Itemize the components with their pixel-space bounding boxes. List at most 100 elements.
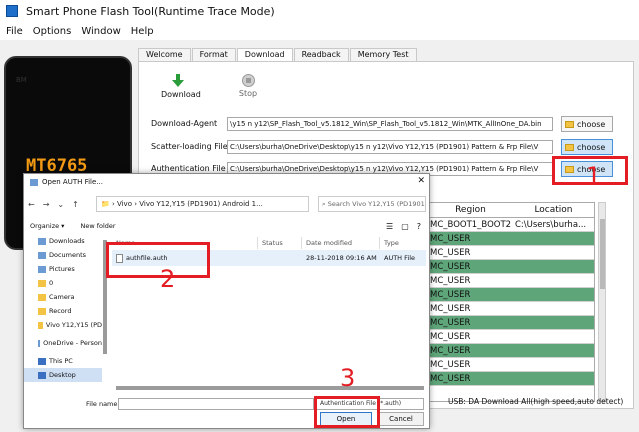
table-row[interactable]: MC_USER (428, 246, 594, 260)
tab-readback[interactable]: Readback (293, 48, 349, 62)
nav-item-onedrive[interactable]: OneDrive - Person (24, 336, 102, 350)
download-arrow-icon (172, 74, 184, 87)
location-cell (513, 288, 594, 301)
preview-pane-icon[interactable]: ▢ (401, 222, 409, 231)
dialog-title: Open AUTH File... (42, 178, 103, 186)
nav-item-this-pc[interactable]: This PC (24, 354, 102, 368)
table-row[interactable]: MC_USER (428, 344, 594, 358)
tab-welcome[interactable]: Welcome (138, 48, 191, 62)
region-cell: MC_USER (430, 359, 471, 370)
column-type[interactable]: Type (380, 237, 424, 249)
dialog-app-icon (30, 178, 38, 186)
nav-item-documents[interactable]: Documents (24, 248, 102, 262)
nav-item-downloads[interactable]: Downloads (24, 234, 102, 248)
file-list-scrollbar[interactable] (116, 386, 424, 390)
region-cell: MC_BOOT1_BOOT2 (430, 219, 512, 230)
partition-table: Region Location MC_BOOT1_BOOT2 C:\Users\b… (427, 202, 595, 402)
download-button[interactable]: Download (161, 74, 201, 99)
location-cell (513, 302, 594, 315)
region-cell: MC_USER (430, 261, 471, 272)
annotation-number-1: 1 (586, 162, 602, 190)
scatter-choose-button[interactable]: choose (561, 139, 613, 155)
folder-icon (38, 321, 43, 329)
table-row[interactable]: MC_USER (428, 302, 594, 316)
table-row[interactable]: MC_USER (428, 316, 594, 330)
tab-download[interactable]: Download (236, 48, 293, 62)
region-cell: MC_USER (430, 247, 471, 258)
table-row[interactable]: MC_USER (428, 232, 594, 246)
tab-bar: Welcome Format Download Readback Memory … (138, 48, 418, 62)
nav-label: This PC (49, 357, 73, 365)
breadcrumb-folder[interactable]: Vivo Y12,Y15 (PD1901) Android 1... (139, 200, 263, 208)
table-row[interactable]: MC_USER (428, 358, 594, 372)
nav-item-vivo[interactable]: Vivo Y12,Y15 (PD (24, 318, 102, 332)
help-icon[interactable]: ? (417, 222, 421, 231)
column-date-modified[interactable]: Date modified (302, 237, 380, 249)
scatter-path[interactable]: C:\Users\burha\OneDrive\Desktop\y15 n y1… (227, 140, 553, 154)
nav-item-pictures[interactable]: Pictures (24, 262, 102, 276)
table-row[interactable]: MC_USER (428, 330, 594, 344)
download-agent-path[interactable]: \y15 n y12\SP_Flash_Tool_v5.1812_Win\SP_… (227, 117, 553, 131)
location-cell (513, 246, 594, 259)
window-title: Smart Phone Flash Tool(Runtime Trace Mod… (26, 4, 275, 18)
new-folder-button[interactable]: New folder (80, 222, 115, 230)
menu-window[interactable]: Window (81, 26, 120, 37)
table-row[interactable]: MC_USER (428, 372, 594, 386)
location-cell: C:\Users\burha... (514, 219, 587, 230)
search-input[interactable]: ⌕ Search Vivo Y12,Y15 (PD1901) Pattern..… (318, 196, 426, 212)
region-cell: MC_USER (430, 233, 471, 244)
region-cell: MC_USER (430, 289, 471, 300)
location-cell (513, 274, 594, 287)
folder-icon (565, 120, 574, 128)
nav-item-0[interactable]: 0 (24, 276, 102, 290)
open-file-dialog: Open AUTH File... ✕ ← → ⌄ ↑ 📁 › Vivo › V… (23, 173, 430, 429)
region-header: Region (455, 205, 486, 215)
scatter-label: Scatter-loading File (151, 142, 228, 151)
choose-label: choose (577, 142, 606, 152)
region-cell: MC_USER (430, 275, 471, 286)
nav-item-camera[interactable]: Camera (24, 290, 102, 304)
computer-icon (38, 357, 46, 365)
nav-item-desktop[interactable]: Desktop (24, 368, 102, 382)
view-options-icon[interactable]: ☰ (386, 222, 393, 231)
forward-icon[interactable]: → (43, 200, 50, 209)
menu-options[interactable]: Options (33, 26, 72, 37)
table-row[interactable]: MC_USER (428, 274, 594, 288)
stop-button[interactable]: Stop (233, 74, 263, 98)
region-cell: MC_USER (430, 317, 471, 328)
table-scrollbar[interactable] (598, 202, 606, 402)
folder-icon (38, 293, 46, 301)
table-row[interactable]: MC_BOOT1_BOOT2 C:\Users\burha... (428, 218, 594, 232)
file-name-label: File name: (86, 400, 120, 408)
stop-label: Stop (238, 89, 258, 98)
nav-buttons: ← → ⌄ ↑ (28, 196, 79, 212)
organize-button[interactable]: Organize ▾ (30, 222, 64, 230)
table-row[interactable]: MC_USER (428, 288, 594, 302)
back-icon[interactable]: ← (28, 200, 35, 209)
location-cell (513, 316, 594, 329)
annotation-number-2: 2 (160, 265, 176, 293)
nav-label: Pictures (49, 265, 75, 273)
scrollbar-thumb[interactable] (600, 219, 605, 289)
table-row[interactable]: MC_USER (428, 260, 594, 274)
download-icon (38, 237, 46, 245)
chevron-down-icon[interactable]: ⌄ (57, 200, 64, 209)
file-name-input[interactable] (118, 398, 314, 410)
folder-icon (38, 307, 46, 315)
menu-file[interactable]: File (6, 26, 23, 37)
close-icon[interactable]: ✕ (417, 176, 425, 186)
nav-label: Documents (49, 251, 87, 259)
tab-memory-test[interactable]: Memory Test (349, 48, 417, 62)
navigation-pane: Downloads Documents Pictures 0 Camera Re… (24, 234, 102, 392)
nav-item-record[interactable]: Record (24, 304, 102, 318)
cancel-button[interactable]: Cancel (378, 412, 424, 426)
download-agent-choose-button[interactable]: choose (561, 116, 613, 132)
region-cell: MC_USER (430, 303, 471, 314)
nav-label: Camera (49, 293, 75, 301)
tab-format[interactable]: Format (191, 48, 236, 62)
up-icon[interactable]: ↑ (72, 200, 79, 209)
menu-help[interactable]: Help (131, 26, 154, 37)
address-bar[interactable]: 📁 › Vivo › Vivo Y12,Y15 (PD1901) Android… (96, 196, 309, 212)
column-status[interactable]: Status (258, 237, 302, 249)
breadcrumb-vivo[interactable]: Vivo (117, 200, 132, 208)
